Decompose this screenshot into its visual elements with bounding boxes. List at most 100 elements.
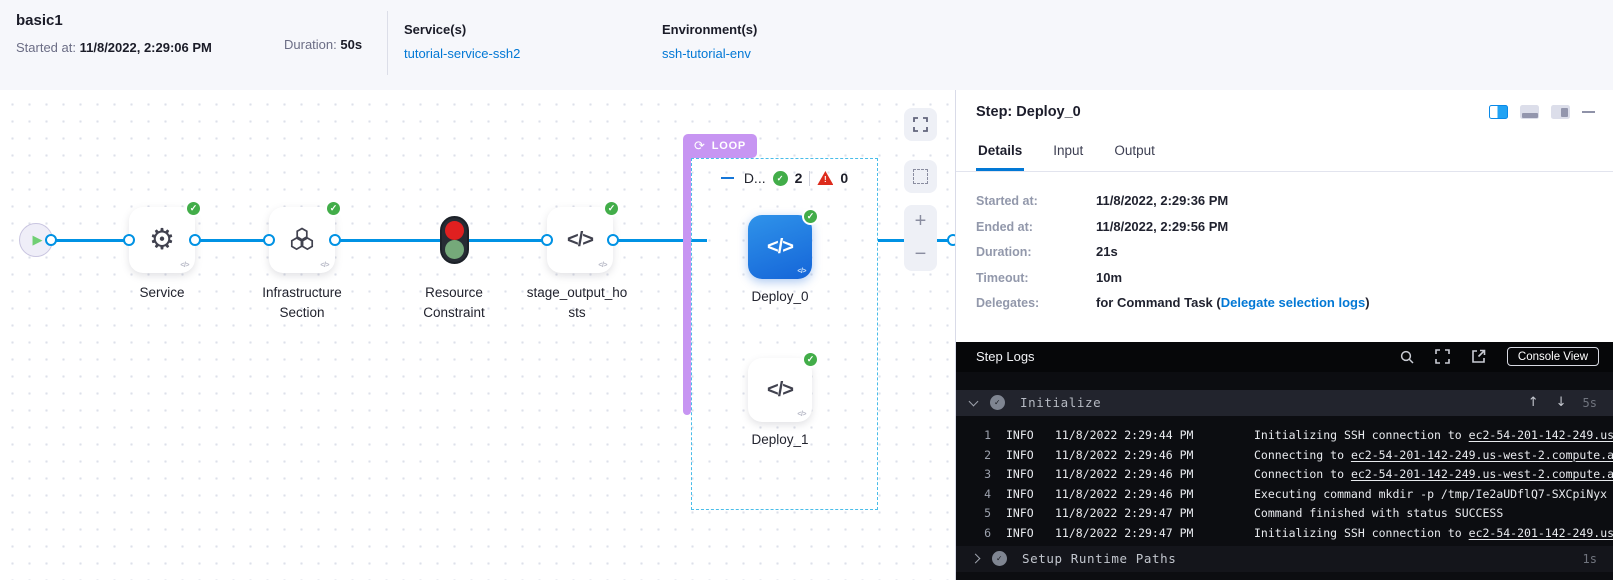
log-line: 1 INFO 11/8/2022 2:29:44 PM Initializing…: [956, 426, 1613, 446]
started-at-label: Started at:: [16, 40, 76, 55]
log-section-duration: 1s: [1583, 552, 1597, 566]
pipeline-execution-page: basic1 Started at: 11/8/2022, 2:29:06 PM…: [0, 0, 1613, 580]
step-logs-panel: Step Logs Console View: [956, 342, 1613, 580]
tab-details[interactable]: Details: [976, 134, 1024, 171]
log-lines: 1 INFO 11/8/2022 2:29:44 PM Initializing…: [956, 416, 1613, 543]
code-mini-icon: </>: [180, 262, 189, 269]
step-tabs: Details Input Output: [956, 134, 1613, 172]
console-view-button[interactable]: Console View: [1507, 347, 1599, 366]
log-host-link[interactable]: ec2-54-201-142-249.us-west-2.compute.ama…: [1351, 467, 1613, 481]
traffic-light-red-icon: [445, 221, 464, 240]
log-host-link[interactable]: ec2-54-201-142-249.us-west-2.compute.ama…: [1351, 448, 1613, 462]
log-time: 11/8/2022 2:29:47 PM: [1055, 506, 1201, 520]
success-count: 2: [795, 170, 803, 186]
detail-value: for Command Task (Delegate selection log…: [1096, 295, 1370, 310]
log-level: INFO: [1006, 467, 1044, 481]
zoom-in-button[interactable]: +: [904, 205, 937, 238]
line-number: 5: [968, 506, 991, 520]
log-section-name: Initialize: [1020, 395, 1528, 410]
step-logs-body: ✓ Initialize ↑ ↓ 5s 1 INFO 11/8/2022 2:2…: [956, 372, 1613, 580]
log-level: INFO: [1006, 487, 1044, 501]
delegate-selection-logs-link[interactable]: Delegate selection logs: [1221, 295, 1366, 310]
log-message: Initializing SSH connection to ec2-54-20…: [1254, 428, 1613, 442]
service-link[interactable]: tutorial-service-ssh2: [404, 46, 646, 61]
pipeline-canvas[interactable]: ▶ ✓ ⚙ </> Service ✓: [0, 90, 955, 580]
log-text: Command finished with status SUCCESS: [1254, 506, 1503, 520]
log-message: Connecting to ec2-54-201-142-249.us-west…: [1254, 448, 1613, 462]
step-logs-actions: Console View: [1400, 347, 1599, 366]
detail-label: Delegates:: [976, 296, 1096, 310]
log-level: INFO: [1006, 526, 1044, 540]
node-resource-constraint[interactable]: [440, 216, 469, 264]
detail-value: 11/8/2022, 2:29:56 PM: [1096, 219, 1228, 234]
log-level: INFO: [1006, 506, 1044, 520]
node-label-deploy-1: Deploy_1: [740, 430, 820, 450]
log-time: 11/8/2022 2:29:46 PM: [1055, 467, 1201, 481]
minimize-panel-icon[interactable]: [1582, 111, 1595, 114]
environments-label: Environment(s): [662, 22, 904, 37]
node-stage-output-hosts[interactable]: ✓ </> </>: [547, 207, 613, 273]
log-time: 11/8/2022 2:29:47 PM: [1055, 526, 1201, 540]
environment-link[interactable]: ssh-tutorial-env: [662, 46, 904, 61]
search-icon[interactable]: [1400, 350, 1414, 364]
loop-badge: ⟳ LOOP: [683, 134, 757, 158]
canvas-fullscreen-button[interactable]: [904, 108, 937, 141]
layout-right-icon[interactable]: [1551, 105, 1570, 119]
step-logs-header: Step Logs Console View: [956, 342, 1613, 372]
code-mini-icon: </>: [598, 262, 607, 269]
step-panel-title: Step: Deploy_0: [976, 104, 1489, 120]
node-service[interactable]: ✓ ⚙ </>: [129, 207, 195, 273]
line-number: 4: [968, 487, 991, 501]
log-line: 3 INFO 11/8/2022 2:29:46 PM Connection t…: [956, 465, 1613, 485]
log-message: Command finished with status SUCCESS: [1254, 506, 1503, 520]
log-section-setup-runtime-paths[interactable]: ✓ Setup Runtime Paths 1s: [956, 546, 1613, 572]
open-external-icon[interactable]: [1471, 349, 1486, 364]
node-infrastructure[interactable]: ✓ </>: [269, 207, 335, 273]
layout-split-right-icon[interactable]: [1489, 105, 1508, 119]
loop-container: [691, 158, 878, 510]
code-mini-icon: </>: [797, 411, 806, 418]
environments-block: Environment(s) ssh-tutorial-env: [646, 0, 904, 61]
log-text: Connecting to: [1254, 448, 1351, 462]
tab-input[interactable]: Input: [1051, 134, 1085, 171]
detail-value: 10m: [1096, 270, 1122, 285]
node-label-deploy-0: Deploy_0: [740, 287, 820, 307]
log-message: Initializing SSH connection to ec2-54-20…: [1254, 526, 1613, 540]
log-text: Initializing SSH connection to: [1254, 428, 1469, 442]
detail-row: Ended at: 11/8/2022, 2:29:56 PM: [976, 219, 1593, 234]
line-number: 2: [968, 448, 991, 462]
log-section-initialize[interactable]: ✓ Initialize ↑ ↓ 5s: [956, 390, 1613, 416]
log-level: INFO: [1006, 448, 1044, 462]
canvas-zoom-controls: + −: [904, 205, 937, 271]
detail-row: Delegates: for Command Task (Delegate se…: [976, 295, 1593, 310]
zoom-out-button[interactable]: −: [904, 238, 937, 271]
expand-logs-icon[interactable]: [1435, 349, 1450, 364]
loop-group-header: D... ✓ 2 ! 0: [691, 170, 878, 186]
success-count-icon: ✓: [773, 171, 788, 186]
collapse-group-button[interactable]: [721, 177, 734, 180]
node-label-infrastructure: Infrastructure Section: [247, 283, 357, 322]
canvas-marquee-select-button[interactable]: [904, 160, 937, 193]
detail-label: Duration:: [976, 245, 1096, 259]
loop-group-title[interactable]: D...: [744, 170, 766, 186]
edge-connector: [541, 234, 553, 246]
duration-label: Duration:: [284, 37, 337, 52]
scroll-up-icon[interactable]: ↑: [1528, 395, 1539, 410]
layout-bottom-icon[interactable]: [1520, 105, 1539, 119]
line-number: 1: [968, 428, 991, 442]
loop-badge-label: LOOP: [712, 140, 746, 152]
code-mini-icon: </>: [797, 268, 806, 275]
scroll-down-icon[interactable]: ↓: [1556, 395, 1567, 410]
edge-connector: [263, 234, 275, 246]
section-success-icon: ✓: [992, 551, 1007, 566]
play-icon: ▶: [33, 232, 43, 248]
node-deploy-1[interactable]: ✓ </> </>: [748, 358, 812, 422]
edge-connector: [45, 234, 57, 246]
log-host-link[interactable]: ec2-54-201-142-249.us-west-2.compute.ama…: [1469, 526, 1613, 540]
node-deploy-0[interactable]: ✓ </> </>: [748, 215, 812, 279]
tab-output[interactable]: Output: [1112, 134, 1157, 171]
log-text: Connection to: [1254, 467, 1351, 481]
detail-value: 11/8/2022, 2:29:36 PM: [1096, 193, 1228, 208]
duration: Duration: 50s: [284, 0, 387, 52]
log-host-link[interactable]: ec2-54-201-142-249.us-west-2.compute.ama…: [1469, 428, 1613, 442]
